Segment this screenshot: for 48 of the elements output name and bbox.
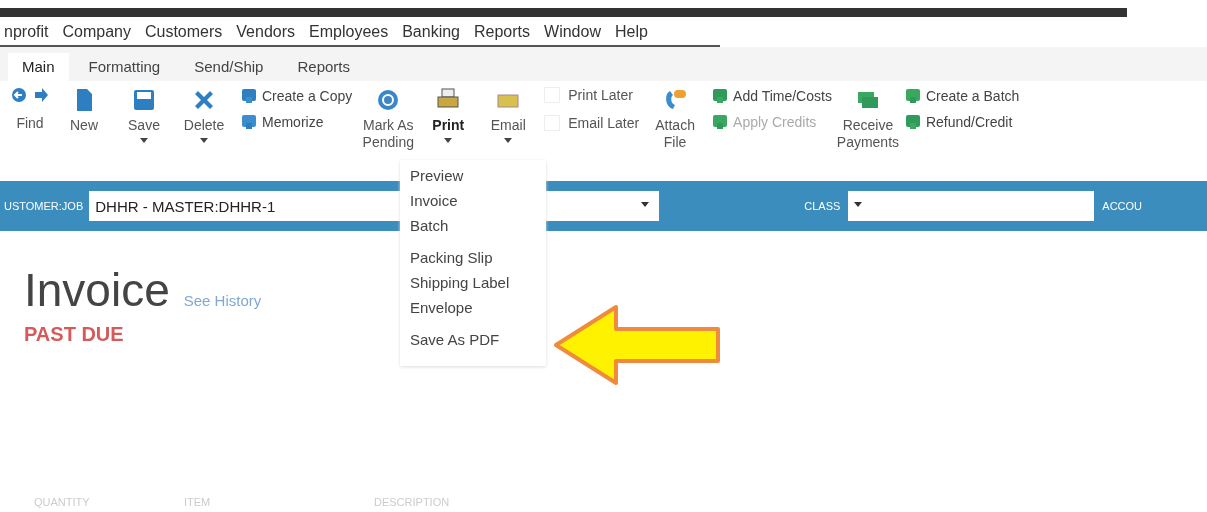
- menu-item[interactable]: Vendors: [236, 23, 296, 41]
- menu-item[interactable]: Shipping Label: [400, 270, 546, 295]
- form-title: Invoice: [24, 263, 170, 317]
- screen-icon: [240, 87, 258, 105]
- menu-item[interactable]: Banking: [402, 23, 460, 41]
- ribbon-tab[interactable]: Send/Ship: [180, 53, 278, 81]
- checkbox[interactable]: Print Later: [544, 87, 640, 103]
- toolbar-button[interactable]: Attach File: [645, 87, 706, 151]
- ribbon-tab[interactable]: Main: [8, 53, 69, 81]
- screen-icon: [711, 87, 730, 105]
- screen-icon: [711, 113, 730, 131]
- toolbar-button[interactable]: Create a Copy: [240, 87, 353, 105]
- menu-item[interactable]: Help: [614, 23, 648, 41]
- field-label: USTOMER:JOB: [4, 200, 84, 212]
- toolbar-button[interactable]: Memorize: [240, 113, 353, 131]
- forward-arrow-icon[interactable]: [33, 87, 49, 103]
- screen-icon: [903, 87, 922, 105]
- screen-icon: [903, 113, 922, 131]
- toolbar-button[interactable]: Print: [418, 87, 479, 147]
- menu-item[interactable]: Company: [62, 23, 131, 41]
- toolbar-button[interactable]: Delete: [174, 87, 234, 147]
- find-label[interactable]: Find: [16, 115, 44, 132]
- toolbar-button[interactable]: Refund/Credit: [903, 113, 1020, 131]
- field-label: ACCOU: [1102, 200, 1143, 212]
- status-text: PAST DUE: [24, 323, 124, 346]
- menu-item[interactable]: Envelope: [400, 295, 546, 320]
- menu-item[interactable]: Customers: [144, 23, 223, 41]
- ribbon-tab[interactable]: Formatting: [74, 53, 175, 81]
- toolbar-button[interactable]: Email: [478, 87, 539, 147]
- menu-item[interactable]: Employees: [309, 23, 389, 41]
- toolbar-button[interactable]: New: [54, 87, 114, 134]
- menu-item[interactable]: Preview: [400, 163, 546, 188]
- menu-item[interactable]: nprofit: [4, 23, 49, 41]
- menu-item[interactable]: Reports: [474, 23, 531, 41]
- menu-item[interactable]: Invoice: [400, 188, 546, 213]
- screen-icon: [240, 113, 258, 131]
- field-label: CLASS: [804, 200, 841, 212]
- menu-item[interactable]: Window: [544, 23, 601, 41]
- pointer-arrow-icon: [552, 304, 722, 386]
- ribbon-tab[interactable]: Reports: [283, 53, 364, 81]
- toolbar-button[interactable]: Add Time/Costs: [711, 87, 832, 105]
- menu-item[interactable]: Packing Slip: [400, 245, 546, 270]
- toolbar-button[interactable]: Receive Payments: [837, 87, 898, 151]
- toolbar-button[interactable]: Mark As Pending: [358, 87, 419, 151]
- toolbar-button[interactable]: Create a Batch: [903, 87, 1020, 105]
- menu-item[interactable]: Save As PDF: [400, 327, 546, 352]
- checkbox[interactable]: Email Later: [544, 115, 640, 131]
- toolbar-button[interactable]: Save: [114, 87, 174, 147]
